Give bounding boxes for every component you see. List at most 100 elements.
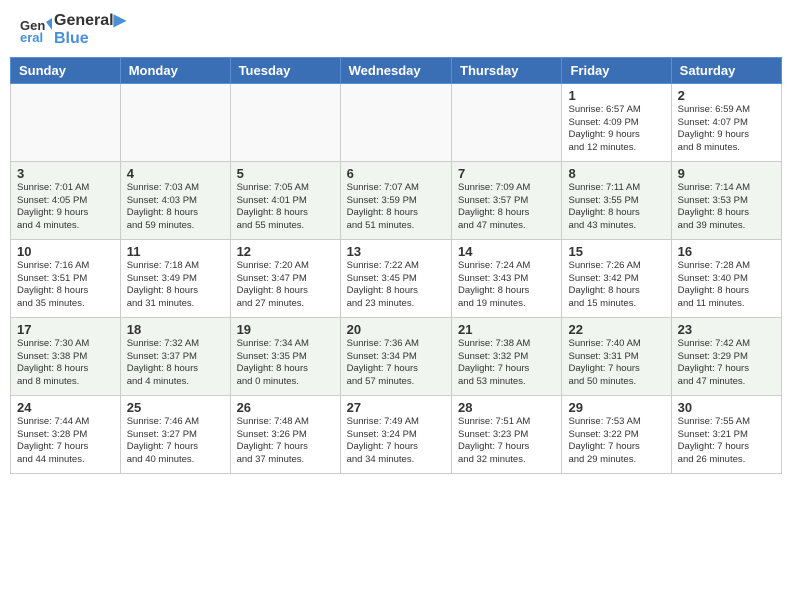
calendar-cell: 9Sunrise: 7:14 AM Sunset: 3:53 PM Daylig… xyxy=(671,161,781,239)
calendar-cell: 11Sunrise: 7:18 AM Sunset: 3:49 PM Dayli… xyxy=(120,239,230,317)
day-info: Sunrise: 7:30 AM Sunset: 3:38 PM Dayligh… xyxy=(17,338,114,389)
day-info: Sunrise: 7:49 AM Sunset: 3:24 PM Dayligh… xyxy=(347,416,445,467)
calendar-cell: 7Sunrise: 7:09 AM Sunset: 3:57 PM Daylig… xyxy=(452,161,562,239)
day-number: 22 xyxy=(568,322,664,337)
calendar-row: 10Sunrise: 7:16 AM Sunset: 3:51 PM Dayli… xyxy=(11,239,782,317)
day-info: Sunrise: 7:07 AM Sunset: 3:59 PM Dayligh… xyxy=(347,182,445,233)
day-number: 19 xyxy=(237,322,334,337)
calendar-cell: 2Sunrise: 6:59 AM Sunset: 4:07 PM Daylig… xyxy=(671,83,781,161)
day-number: 30 xyxy=(678,400,775,415)
weekday-header-monday: Monday xyxy=(120,57,230,83)
day-info: Sunrise: 7:20 AM Sunset: 3:47 PM Dayligh… xyxy=(237,260,334,311)
day-info: Sunrise: 7:22 AM Sunset: 3:45 PM Dayligh… xyxy=(347,260,445,311)
weekday-header-thursday: Thursday xyxy=(452,57,562,83)
calendar-cell: 16Sunrise: 7:28 AM Sunset: 3:40 PM Dayli… xyxy=(671,239,781,317)
calendar-row: 17Sunrise: 7:30 AM Sunset: 3:38 PM Dayli… xyxy=(11,317,782,395)
day-info: Sunrise: 7:42 AM Sunset: 3:29 PM Dayligh… xyxy=(678,338,775,389)
day-info: Sunrise: 7:05 AM Sunset: 4:01 PM Dayligh… xyxy=(237,182,334,233)
day-number: 27 xyxy=(347,400,445,415)
weekday-header-wednesday: Wednesday xyxy=(340,57,451,83)
day-number: 1 xyxy=(568,88,664,103)
weekday-header-tuesday: Tuesday xyxy=(230,57,340,83)
weekday-header-sunday: Sunday xyxy=(11,57,121,83)
day-number: 13 xyxy=(347,244,445,259)
day-info: Sunrise: 7:40 AM Sunset: 3:31 PM Dayligh… xyxy=(568,338,664,389)
day-number: 14 xyxy=(458,244,555,259)
day-info: Sunrise: 7:53 AM Sunset: 3:22 PM Dayligh… xyxy=(568,416,664,467)
calendar-cell xyxy=(340,83,451,161)
calendar-cell: 19Sunrise: 7:34 AM Sunset: 3:35 PM Dayli… xyxy=(230,317,340,395)
day-number: 15 xyxy=(568,244,664,259)
calendar-cell: 20Sunrise: 7:36 AM Sunset: 3:34 PM Dayli… xyxy=(340,317,451,395)
calendar-row: 24Sunrise: 7:44 AM Sunset: 3:28 PM Dayli… xyxy=(11,395,782,473)
header: Gen eral General▶ Blue xyxy=(0,0,792,57)
calendar-cell xyxy=(230,83,340,161)
calendar-cell: 8Sunrise: 7:11 AM Sunset: 3:55 PM Daylig… xyxy=(562,161,671,239)
weekday-header-saturday: Saturday xyxy=(671,57,781,83)
day-number: 26 xyxy=(237,400,334,415)
day-number: 5 xyxy=(237,166,334,181)
day-info: Sunrise: 7:24 AM Sunset: 3:43 PM Dayligh… xyxy=(458,260,555,311)
calendar-cell xyxy=(11,83,121,161)
day-number: 17 xyxy=(17,322,114,337)
calendar-cell: 3Sunrise: 7:01 AM Sunset: 4:05 PM Daylig… xyxy=(11,161,121,239)
day-info: Sunrise: 6:59 AM Sunset: 4:07 PM Dayligh… xyxy=(678,104,775,155)
calendar-cell: 21Sunrise: 7:38 AM Sunset: 3:32 PM Dayli… xyxy=(452,317,562,395)
day-number: 10 xyxy=(17,244,114,259)
day-number: 29 xyxy=(568,400,664,415)
calendar-cell: 18Sunrise: 7:32 AM Sunset: 3:37 PM Dayli… xyxy=(120,317,230,395)
weekday-header-friday: Friday xyxy=(562,57,671,83)
day-info: Sunrise: 7:34 AM Sunset: 3:35 PM Dayligh… xyxy=(237,338,334,389)
day-number: 23 xyxy=(678,322,775,337)
calendar-cell: 14Sunrise: 7:24 AM Sunset: 3:43 PM Dayli… xyxy=(452,239,562,317)
day-info: Sunrise: 7:36 AM Sunset: 3:34 PM Dayligh… xyxy=(347,338,445,389)
day-number: 3 xyxy=(17,166,114,181)
day-number: 4 xyxy=(127,166,224,181)
calendar-cell: 26Sunrise: 7:48 AM Sunset: 3:26 PM Dayli… xyxy=(230,395,340,473)
day-number: 7 xyxy=(458,166,555,181)
day-info: Sunrise: 7:28 AM Sunset: 3:40 PM Dayligh… xyxy=(678,260,775,311)
calendar-cell: 25Sunrise: 7:46 AM Sunset: 3:27 PM Dayli… xyxy=(120,395,230,473)
weekday-header-row: SundayMondayTuesdayWednesdayThursdayFrid… xyxy=(11,57,782,83)
logo-text: General▶ Blue xyxy=(54,12,126,49)
calendar-cell: 1Sunrise: 6:57 AM Sunset: 4:09 PM Daylig… xyxy=(562,83,671,161)
svg-text:eral: eral xyxy=(20,30,43,45)
day-info: Sunrise: 7:55 AM Sunset: 3:21 PM Dayligh… xyxy=(678,416,775,467)
day-info: Sunrise: 7:11 AM Sunset: 3:55 PM Dayligh… xyxy=(568,182,664,233)
day-number: 8 xyxy=(568,166,664,181)
logo: Gen eral General▶ Blue xyxy=(20,12,126,49)
calendar-cell: 27Sunrise: 7:49 AM Sunset: 3:24 PM Dayli… xyxy=(340,395,451,473)
calendar-wrapper: SundayMondayTuesdayWednesdayThursdayFrid… xyxy=(0,57,792,474)
calendar-cell xyxy=(120,83,230,161)
day-number: 21 xyxy=(458,322,555,337)
day-number: 25 xyxy=(127,400,224,415)
calendar-cell: 5Sunrise: 7:05 AM Sunset: 4:01 PM Daylig… xyxy=(230,161,340,239)
day-number: 28 xyxy=(458,400,555,415)
calendar-cell xyxy=(452,83,562,161)
calendar-row: 3Sunrise: 7:01 AM Sunset: 4:05 PM Daylig… xyxy=(11,161,782,239)
calendar-cell: 17Sunrise: 7:30 AM Sunset: 3:38 PM Dayli… xyxy=(11,317,121,395)
day-info: Sunrise: 7:14 AM Sunset: 3:53 PM Dayligh… xyxy=(678,182,775,233)
day-info: Sunrise: 7:16 AM Sunset: 3:51 PM Dayligh… xyxy=(17,260,114,311)
calendar-cell: 24Sunrise: 7:44 AM Sunset: 3:28 PM Dayli… xyxy=(11,395,121,473)
calendar-cell: 4Sunrise: 7:03 AM Sunset: 4:03 PM Daylig… xyxy=(120,161,230,239)
logo-icon: Gen eral xyxy=(20,14,52,46)
calendar-cell: 6Sunrise: 7:07 AM Sunset: 3:59 PM Daylig… xyxy=(340,161,451,239)
day-number: 12 xyxy=(237,244,334,259)
day-number: 24 xyxy=(17,400,114,415)
calendar-cell: 29Sunrise: 7:53 AM Sunset: 3:22 PM Dayli… xyxy=(562,395,671,473)
calendar-cell: 10Sunrise: 7:16 AM Sunset: 3:51 PM Dayli… xyxy=(11,239,121,317)
calendar: SundayMondayTuesdayWednesdayThursdayFrid… xyxy=(10,57,782,474)
calendar-cell: 13Sunrise: 7:22 AM Sunset: 3:45 PM Dayli… xyxy=(340,239,451,317)
day-info: Sunrise: 7:03 AM Sunset: 4:03 PM Dayligh… xyxy=(127,182,224,233)
day-info: Sunrise: 7:32 AM Sunset: 3:37 PM Dayligh… xyxy=(127,338,224,389)
calendar-cell: 30Sunrise: 7:55 AM Sunset: 3:21 PM Dayli… xyxy=(671,395,781,473)
day-number: 2 xyxy=(678,88,775,103)
calendar-row: 1Sunrise: 6:57 AM Sunset: 4:09 PM Daylig… xyxy=(11,83,782,161)
day-number: 16 xyxy=(678,244,775,259)
day-number: 11 xyxy=(127,244,224,259)
day-info: Sunrise: 7:44 AM Sunset: 3:28 PM Dayligh… xyxy=(17,416,114,467)
calendar-cell: 12Sunrise: 7:20 AM Sunset: 3:47 PM Dayli… xyxy=(230,239,340,317)
day-info: Sunrise: 7:01 AM Sunset: 4:05 PM Dayligh… xyxy=(17,182,114,233)
calendar-cell: 15Sunrise: 7:26 AM Sunset: 3:42 PM Dayli… xyxy=(562,239,671,317)
